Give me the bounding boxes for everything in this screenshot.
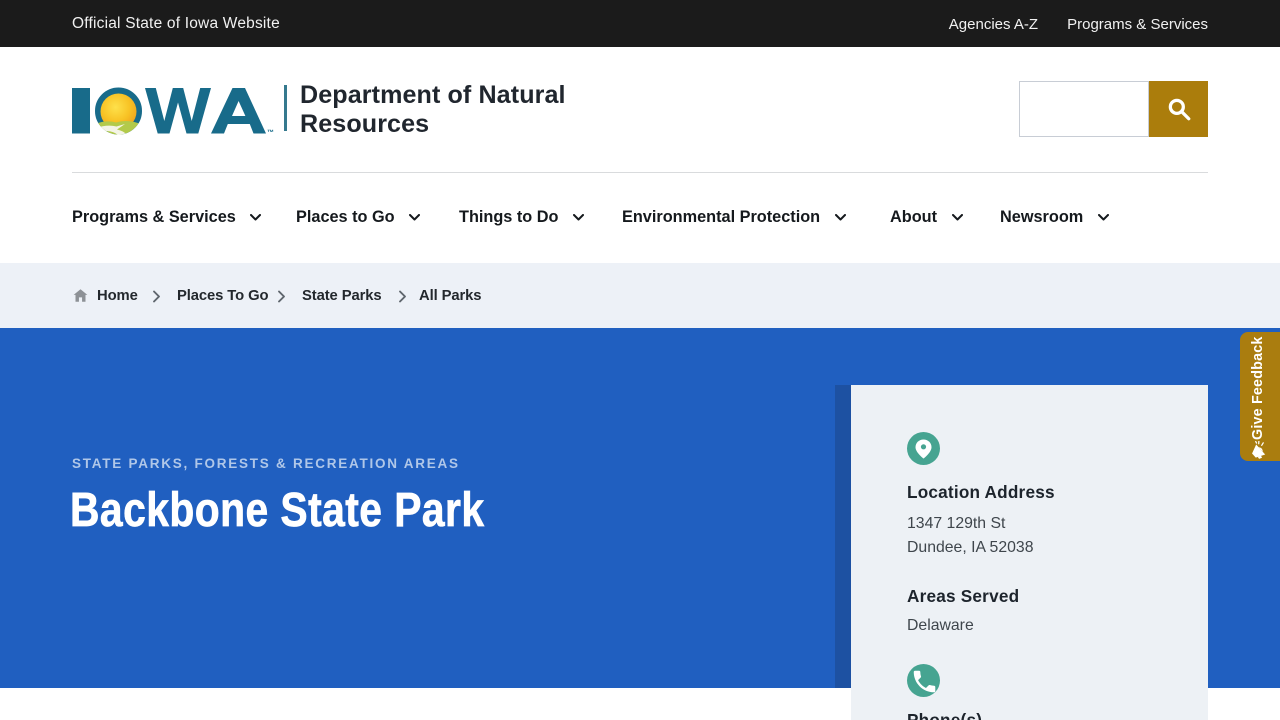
svg-text:™: ™ [267,130,274,137]
